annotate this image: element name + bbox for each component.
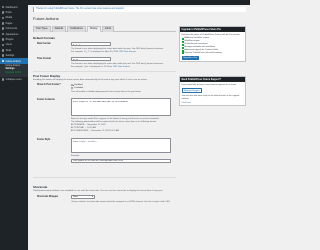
footer-style-example: Post expires at 10:15am on Thursday, Apr… bbox=[71, 158, 171, 163]
comment-icon bbox=[1, 27, 5, 31]
section-title-post-footer: Post Footer Display bbox=[33, 74, 61, 78]
time-format-label: Time Format bbox=[37, 58, 51, 60]
tab-notifications[interactable]: Notifications bbox=[67, 26, 86, 32]
sidebar-item-label: Posts bbox=[5, 11, 12, 15]
shortcode-wrapper-label: Shortcode Wrapper bbox=[37, 196, 59, 198]
date-format-help: The format to use when displaying the ac… bbox=[71, 47, 164, 50]
date-format-help-example: For example, "F j, Y" is displayed as: A… bbox=[71, 50, 136, 53]
tab-defaults[interactable]: Defaults bbox=[51, 26, 67, 32]
collapse-menu-button[interactable]: Collapse menu bbox=[0, 77, 28, 82]
notice-text[interactable]: Thanks for using PublishPress Future. Th… bbox=[36, 8, 124, 10]
admin-sidebar: Dashboard Posts Media Pages Comments App… bbox=[0, 4, 28, 250]
feature-item: Remove PublishPress ads and branding bbox=[181, 52, 244, 55]
section-title-shortcode: Shortcode bbox=[33, 185, 48, 189]
pin-icon bbox=[1, 11, 5, 14]
upgrade-pro-box: Upgrade to PublishPress Future Pro Enhan… bbox=[179, 26, 246, 63]
tab-post-types[interactable]: Post Types bbox=[33, 26, 51, 32]
time-format-help-example: For example, "g:ia" is displayed as: 10:… bbox=[71, 65, 130, 68]
show-footer-disabled-radio[interactable]: Disabled bbox=[71, 87, 83, 90]
radio-label-enabled: Enabled bbox=[74, 83, 83, 86]
shortcode-wrapper-select[interactable]: None ▾ bbox=[71, 195, 95, 199]
footer-style-label: Footer Style bbox=[37, 139, 51, 141]
footer-style-textarea[interactable]: font-style: italic; bbox=[71, 138, 171, 153]
user-icon bbox=[1, 43, 5, 47]
footer-contents-label: Footer Contents bbox=[37, 99, 55, 101]
section-divider bbox=[33, 177, 176, 178]
support-box: Need PublishPress Future Support? If you… bbox=[179, 76, 246, 107]
time-format-input[interactable]: g:ia bbox=[71, 57, 111, 61]
footer-contents-help: Enter the text you would like to appear … bbox=[71, 118, 160, 120]
placeholder-actiontime: ACTIONTIME → 10:15 AM bbox=[71, 127, 96, 129]
submenu-item-upgrade[interactable]: Upgrade to Pro bbox=[0, 72, 28, 76]
date-format-input[interactable]: F j, Y bbox=[71, 42, 111, 46]
wrench-icon bbox=[1, 49, 5, 52]
sidebar-item-label: Tools bbox=[5, 48, 12, 52]
php-time-format-link[interactable]: PHP Date Format bbox=[113, 66, 129, 68]
support-box-text2: You can also find more help on the offic… bbox=[181, 94, 240, 100]
check-icon bbox=[181, 43, 184, 46]
check-icon bbox=[181, 40, 184, 43]
sidebar-item-label: Appearance bbox=[5, 32, 19, 36]
collapse-icon bbox=[1, 78, 5, 81]
time-format-help: The format to use when displaying the ac… bbox=[71, 62, 164, 65]
tab-admin[interactable]: Admin bbox=[101, 26, 115, 32]
support-box-text: If you need help or have a new feature r… bbox=[181, 83, 237, 86]
tab-display[interactable]: Display bbox=[86, 26, 101, 32]
sidebar-item-label: Plugins bbox=[5, 38, 14, 42]
check-icon bbox=[181, 37, 184, 40]
check-icon bbox=[181, 52, 184, 55]
plugin-icon bbox=[1, 38, 5, 41]
footer-contents-textarea[interactable]: Post expires at EXPIRATIONTIME on ACTION… bbox=[71, 98, 171, 116]
radio-unselected-icon bbox=[71, 87, 74, 90]
section-title-default-formats: Default Formats bbox=[33, 36, 56, 40]
page-title: Future Actions bbox=[33, 15, 59, 21]
upgrade-to-pro-button[interactable]: Upgrade to Pro bbox=[181, 55, 199, 60]
radio-label-disabled: Disabled bbox=[74, 87, 83, 90]
section-divider bbox=[33, 71, 176, 72]
sidebar-item-label: Pages bbox=[5, 21, 13, 25]
shortcode-description: Valid [futureaction] attributes are avai… bbox=[33, 189, 163, 192]
request-support-button[interactable]: Request Support bbox=[181, 88, 202, 94]
check-icon bbox=[181, 46, 184, 49]
show-footer-label: Show in Post Footer? bbox=[37, 84, 61, 86]
media-icon bbox=[1, 16, 5, 20]
sidebar-item-label: Media bbox=[5, 16, 13, 20]
date-format-label: Date Format bbox=[37, 43, 51, 45]
chevron-down-icon: ▾ bbox=[91, 196, 93, 198]
show-footer-help: This will enable or disable displaying t… bbox=[71, 91, 142, 93]
admin-bar bbox=[0, 0, 250, 5]
footer-style-example-label: Example: bbox=[71, 155, 80, 157]
brush-icon bbox=[1, 32, 5, 36]
settings-tabs: Post Types Defaults Notifications Displa… bbox=[33, 26, 176, 32]
sidebar-item-label: Comments bbox=[5, 27, 18, 31]
shortcode-wrapper-value: None bbox=[73, 196, 78, 198]
footer-contents-help-placeholders: The following placeholders will be repla… bbox=[71, 121, 157, 123]
radio-selected-icon bbox=[71, 83, 74, 87]
placeholder-actionexpdate: ACTIONEXPDATE → November 11, 2024 10:15 … bbox=[71, 130, 120, 132]
sidebar-item-label: Users bbox=[5, 43, 12, 47]
admin-notice: Thanks for using PublishPress Future. Th… bbox=[33, 6, 246, 12]
settings-icon bbox=[1, 54, 5, 57]
placeholder-actiondate: ACTIONDATE → November 11, 2024 bbox=[71, 124, 106, 126]
shortcode-wrapper-help: Choose whether the shortcode output shou… bbox=[71, 201, 171, 203]
sidebar-item-label: Settings bbox=[5, 54, 15, 58]
clock-icon bbox=[1, 59, 5, 63]
sidebar-submenu: Future Actions Settings Upgrade to Pro bbox=[0, 63, 28, 77]
sidebar-item-label: Future Actions bbox=[5, 59, 21, 63]
check-icon bbox=[181, 49, 184, 52]
collapse-menu-label: Collapse menu bbox=[5, 77, 22, 81]
php-date-format-link[interactable]: PHP Date Format bbox=[119, 51, 135, 53]
sidebar-item-label: Dashboard bbox=[5, 5, 18, 9]
page-icon bbox=[1, 22, 5, 25]
dashboard-icon bbox=[1, 5, 5, 9]
show-footer-enabled-radio[interactable]: Enabled bbox=[71, 83, 83, 87]
support-forum-link[interactable]: Click here bbox=[182, 102, 191, 104]
upgrade-box-intro: Enhance the power of PublishPress Future… bbox=[181, 33, 241, 36]
post-footer-description: Enabling this below will display the fut… bbox=[33, 78, 148, 81]
